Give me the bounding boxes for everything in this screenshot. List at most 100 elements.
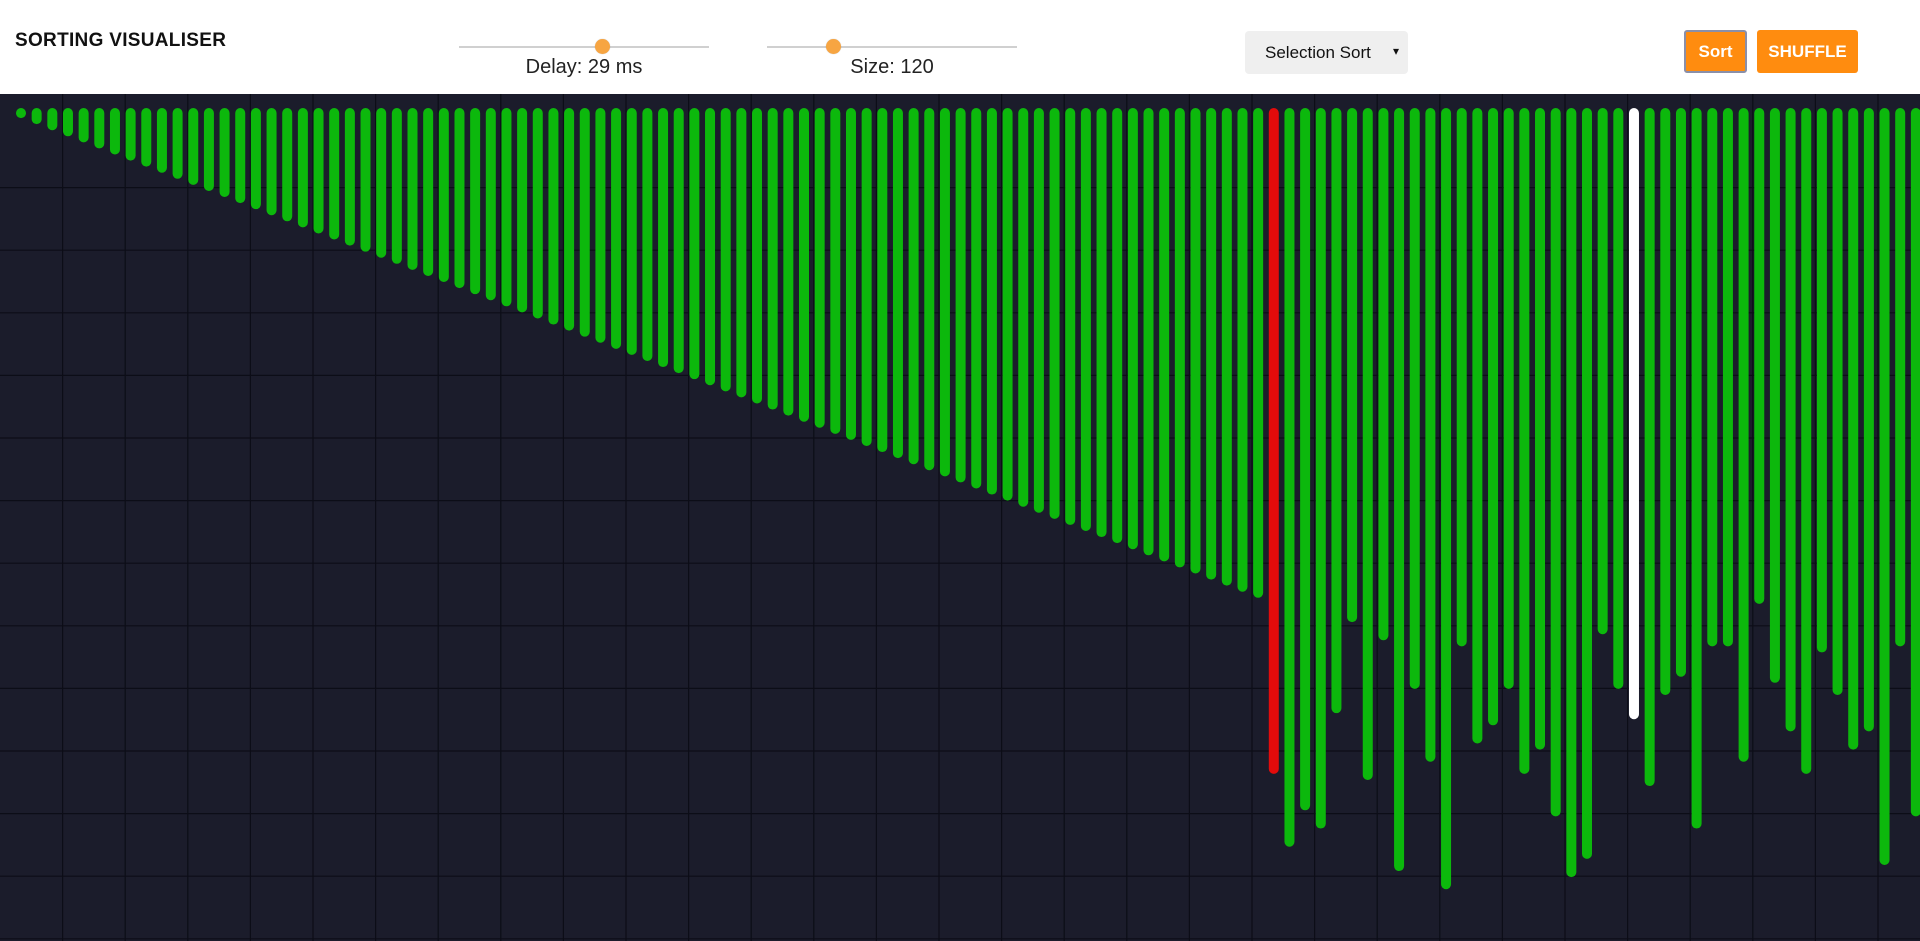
array-bar [188,108,199,185]
array-bar [1221,108,1232,586]
array-bar [861,108,872,446]
array-bar [892,108,903,459]
array-bar [689,108,700,380]
delay-slider-group: Delay: 29 ms [459,0,709,78]
array-bar [31,108,42,125]
array-bar [1096,108,1107,538]
array-bar [470,108,481,295]
array-bar [1394,108,1405,872]
array-bar [250,108,261,210]
delay-slider-track[interactable] [459,46,709,48]
array-bar [1910,108,1920,817]
array-bar [1644,108,1655,787]
array-bar [924,108,935,471]
array-bar [1315,108,1326,829]
array-bar [125,108,136,161]
array-bar [1237,108,1248,592]
array-bar [1112,108,1123,544]
array-bar [955,108,966,483]
array-bar [799,108,809,422]
array-bar [391,108,402,264]
array-bar [658,108,669,368]
array-bar [1472,108,1483,744]
array-bar [1879,108,1890,865]
array-bar [1441,108,1452,890]
array-bar [78,108,89,143]
array-bar [94,108,105,149]
array-bar [1519,108,1530,774]
array-bar [219,108,230,198]
array-bar [62,108,73,137]
array-bar [1347,108,1358,623]
array-bar [1127,108,1138,550]
array-bar [407,108,418,270]
array-bar [1206,108,1217,580]
array-bar [517,108,528,313]
array-bar [313,108,324,234]
array-bar [1754,108,1765,604]
array-bar [1566,108,1577,878]
visualiser-canvas [0,94,1920,941]
array-bar [1049,108,1060,519]
array-bar [595,108,606,343]
array-bar [1190,108,1201,574]
array-bar [376,108,387,258]
array-bar [1503,108,1514,689]
array-bar [642,108,653,361]
chevron-down-icon: ▾ [1392,44,1399,58]
array-bar [1597,108,1608,635]
array-bar [1769,108,1780,683]
array-bar [1456,108,1467,647]
array-bar [1362,108,1373,780]
array-bar [454,108,465,289]
array-bar [203,108,214,191]
size-slider-group: Size: 120 [767,0,1017,78]
array-bar [141,108,152,167]
array-bar [939,108,950,477]
array-bar [705,108,716,386]
shuffle-button[interactable]: SHUFFLE [1757,30,1858,73]
delay-slider-thumb[interactable] [594,39,610,54]
array-bar [1300,108,1311,811]
array-bar [1080,108,1091,531]
app-title: SORTING VISUALISER [15,30,227,51]
algorithm-selected-value: Selection Sort [1265,43,1371,62]
array-bar [1143,108,1154,556]
array-bar [501,108,512,307]
array-bar [1832,108,1843,695]
array-bar [1722,108,1733,647]
array-bar [845,108,856,440]
array-bar [830,108,841,434]
array-bar [1895,108,1906,647]
array-bar [1550,108,1561,817]
array-bar [752,108,763,404]
array-bar [986,108,997,495]
array-bar [423,108,434,276]
array-bar [1707,108,1718,647]
array-bar [579,108,590,337]
array-bar [1488,108,1499,726]
array-bar [673,108,684,374]
array-bar [1284,108,1295,847]
array-bar [1409,108,1420,689]
array-bar [971,108,982,489]
array-bar [1331,108,1342,714]
array-bar [109,108,120,155]
size-label: Size: 120 [850,56,934,78]
array-bar [156,108,167,173]
array-bar [908,108,919,465]
size-slider-thumb[interactable] [826,39,842,54]
array-bar [1174,108,1185,568]
array-bar [1613,108,1624,689]
array-bar [1738,108,1749,762]
bar-group [16,108,1920,890]
array-bar [1018,108,1029,507]
sort-button[interactable]: Sort [1684,30,1747,73]
array-bar-compare [1628,108,1639,720]
delay-label: Delay: 29 ms [525,56,643,78]
size-slider-track[interactable] [767,46,1017,48]
array-bar [485,108,496,301]
algorithm-select[interactable]: Selection Sort ▾ [1245,31,1408,74]
array-bar [1002,108,1013,501]
array-bar [877,108,888,453]
